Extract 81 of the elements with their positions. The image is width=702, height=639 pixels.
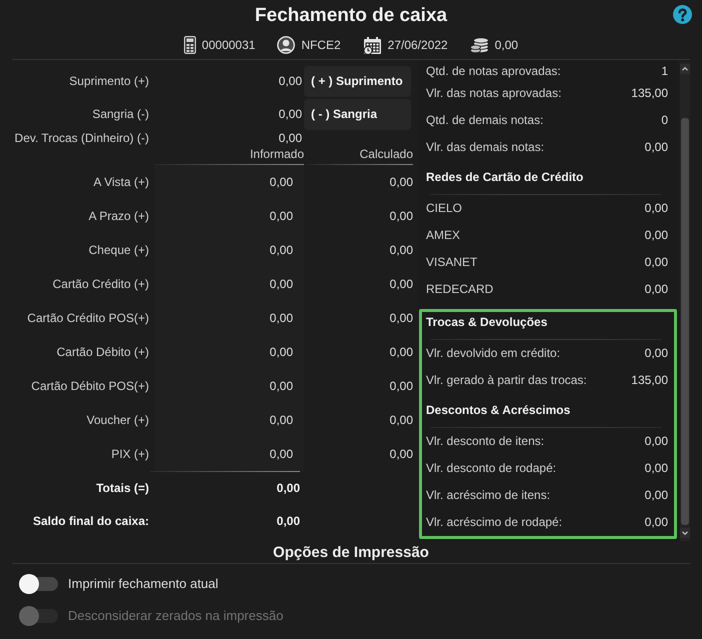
summary-label: Vlr. desconto de rodapé: bbox=[426, 461, 556, 476]
summary-label: VISANET bbox=[426, 255, 478, 270]
coins-icon bbox=[470, 36, 489, 54]
row-label: Cartão Débito (+) bbox=[56, 344, 150, 360]
calculated-value: 0,00 bbox=[390, 174, 413, 190]
info-text: 00000031 bbox=[202, 37, 256, 53]
info-text: 0,00 bbox=[494, 37, 518, 53]
calculated-value: 0,00 bbox=[390, 344, 413, 360]
action-button[interactable]: ( + ) Suprimento bbox=[304, 66, 411, 96]
summary-label: REDECARD bbox=[426, 282, 494, 297]
column-header: Calculado bbox=[308, 147, 413, 165]
summary-value: 0,00 bbox=[644, 255, 668, 270]
summary-label: Vlr. acréscimo de itens: bbox=[426, 488, 550, 503]
summary-label: Vlr. desconto de itens: bbox=[426, 434, 544, 449]
info-text: 27/06/2022 bbox=[388, 37, 448, 53]
summary-value: 1 bbox=[661, 64, 668, 79]
summary-value: 0,00 bbox=[644, 461, 668, 476]
summary-value: 0,00 bbox=[644, 488, 668, 503]
summary-value: 0,00 bbox=[644, 346, 668, 361]
calculated-value: 0,00 bbox=[390, 242, 413, 258]
row-label: Cartão Crédito (+) bbox=[52, 276, 150, 292]
scrollbar-track[interactable] bbox=[680, 62, 690, 541]
total-value: 0,00 bbox=[276, 514, 300, 529]
summary-label: Qtd. de demais notas: bbox=[426, 113, 544, 128]
summary-label: CIELO bbox=[426, 201, 462, 216]
option-label: Imprimir fechamento atual bbox=[68, 576, 218, 592]
row-label: A Vista (+) bbox=[94, 174, 150, 190]
help-icon[interactable] bbox=[673, 5, 692, 24]
total-label: Totais (=) bbox=[96, 481, 150, 496]
summary-label: Vlr. gerado à partir das trocas: bbox=[426, 373, 587, 388]
section-title: Descontos & Acréscimos bbox=[426, 402, 570, 418]
option-label: Desconsiderar zerados na impressão bbox=[68, 608, 284, 624]
summary-value: 0,00 bbox=[644, 515, 668, 530]
summary-value: 0,00 bbox=[644, 282, 668, 297]
column-header: Informado bbox=[154, 147, 304, 165]
calculated-value: 0,00 bbox=[390, 208, 413, 224]
summary-label: Vlr. das notas aprovadas: bbox=[426, 86, 562, 101]
calculated-value: 0,00 bbox=[390, 310, 413, 326]
summary-label: Vlr. das demais notas: bbox=[426, 140, 544, 155]
scroll-thumb[interactable] bbox=[681, 118, 689, 525]
scroll-up-icon[interactable] bbox=[680, 64, 690, 74]
calculated-value: 0,00 bbox=[390, 446, 413, 462]
summary-value: 0 bbox=[661, 113, 668, 128]
section-title: Trocas & Devoluções bbox=[426, 314, 548, 330]
calculator-icon bbox=[184, 36, 196, 54]
summary-label: AMEX bbox=[426, 228, 460, 243]
summary-value: 135,00 bbox=[631, 373, 668, 388]
info-text: NFCE2 bbox=[301, 37, 341, 53]
total-value: 0,00 bbox=[276, 481, 300, 496]
summary-value: 0,00 bbox=[644, 140, 668, 155]
window-title: Fechamento de caixa bbox=[254, 4, 448, 28]
row-label: PIX (+) bbox=[111, 446, 150, 462]
action-button[interactable]: ( - ) Sangria bbox=[304, 98, 411, 130]
summary-value: 135,00 bbox=[631, 86, 668, 101]
scroll-down-icon[interactable] bbox=[680, 528, 690, 538]
row-label: Sangria (-) bbox=[92, 106, 150, 122]
section-title: Redes de Cartão de Crédito bbox=[426, 169, 584, 185]
row-label: Cartão Débito POS(+) bbox=[31, 378, 150, 394]
row-label: Cheque (+) bbox=[88, 242, 150, 258]
calculated-value: 0,00 bbox=[390, 378, 413, 394]
section-heading: Opções de Impressão bbox=[273, 543, 429, 563]
summary-label: Vlr. acréscimo de rodapé: bbox=[426, 515, 562, 530]
summary-value: 0,00 bbox=[644, 228, 668, 243]
row-label: Voucher (+) bbox=[86, 412, 150, 428]
summary-label: Vlr. devolvido em crédito: bbox=[426, 346, 560, 361]
row-label: Dev. Trocas (Dinheiro) (-) bbox=[14, 130, 150, 146]
calendar-clock-icon bbox=[362, 36, 382, 54]
calculated-value: 0,00 bbox=[390, 276, 413, 292]
summary-value: 0,00 bbox=[644, 201, 668, 216]
summary-value: 0,00 bbox=[644, 434, 668, 449]
row-value: 0,00 bbox=[278, 130, 302, 146]
calculated-value: 0,00 bbox=[390, 412, 413, 428]
row-value: 0,00 bbox=[278, 74, 302, 88]
row-value: 0,00 bbox=[278, 106, 302, 122]
row-label: A Prazo (+) bbox=[88, 208, 150, 224]
total-label: Saldo final do caixa: bbox=[32, 514, 150, 529]
summary-label: Qtd. de notas aprovadas: bbox=[426, 64, 561, 79]
row-label: Suprimento (+) bbox=[69, 74, 150, 88]
user-icon bbox=[277, 36, 296, 54]
row-label: Cartão Crédito POS(+) bbox=[27, 310, 150, 326]
toggle-switch[interactable] bbox=[19, 574, 59, 594]
